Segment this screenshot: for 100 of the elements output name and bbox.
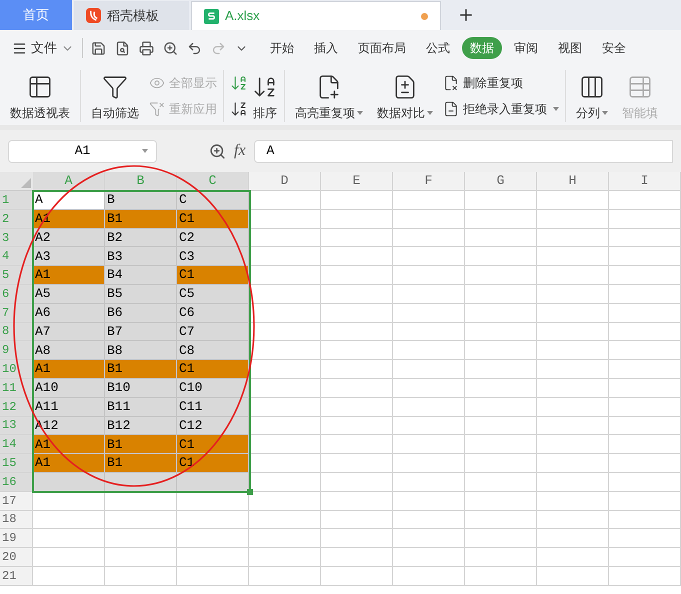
document-icon[interactable] [115,40,130,56]
columns-icon [579,74,605,100]
caret-icon [427,110,433,114]
table-cell: B8 [105,341,177,360]
table-cell [321,472,393,492]
table-cell [393,341,465,360]
table-cell [609,548,681,567]
table-cell [249,566,321,586]
table-cell [465,341,537,360]
table-cell [321,548,393,567]
sort-button[interactable]: 排序 [252,70,278,122]
row-header[interactable]: 21 [0,566,33,586]
caret-icon [357,110,363,114]
table-cell: C1 [177,210,249,229]
document-tab[interactable]: 稻壳模板 [74,1,189,30]
ribbon-button[interactable]: 数据透视表 [6,70,74,122]
table-cell [321,266,393,285]
ribbon-tab[interactable]: 视图 [550,37,590,59]
table-cell [465,472,537,492]
column-header[interactable]: E [321,172,393,191]
table-cell: B2 [105,228,177,248]
column-header[interactable]: I [609,172,681,191]
table-cell: B3 [105,247,177,266]
table-cell [33,566,105,586]
spreadsheet-icon [204,8,219,24]
preview-icon[interactable] [163,40,178,56]
home-tab[interactable]: 首页 [0,0,72,30]
table-cell [609,191,681,210]
table-cell: C1 [177,266,249,285]
table-cell [537,548,609,567]
table-cell [321,322,393,342]
table-cell: A [33,191,105,210]
column-header[interactable]: H [537,172,609,191]
table-cell [465,548,537,567]
table-cell [249,284,321,304]
print-icon[interactable] [139,40,154,56]
table-cell [609,435,681,454]
table-cell [321,492,393,511]
ribbon-button[interactable]: 分列 [572,70,612,122]
undo-icon[interactable] [187,40,202,56]
table-cell: B5 [105,284,177,304]
table-cell [537,341,609,360]
document-tab[interactable]: A.xlsx [191,1,441,30]
table-cell [393,548,465,567]
table-cell [393,416,465,436]
row-header[interactable]: 17 [0,492,33,511]
table-cell [537,566,609,586]
row-header[interactable]: 19 [0,529,33,548]
column-header[interactable]: D [249,172,321,191]
ribbon-button[interactable]: 拒绝录入重复项 [443,98,559,120]
table-cell [537,398,609,417]
ribbon-tab[interactable]: 审阅 [506,37,546,59]
ribbon-button[interactable]: 删除重复项 [443,72,559,94]
sort-ascending-icon[interactable] [230,74,248,92]
row-header[interactable]: 20 [0,548,33,567]
table-cell: A8 [33,341,105,360]
table-cell [393,398,465,417]
table-cell [537,529,609,548]
ribbon-tab[interactable]: 插入 [306,37,346,59]
search-icon[interactable] [209,142,226,160]
function-label[interactable]: fx [234,139,246,163]
new-tab-icon[interactable] [457,6,475,24]
table-cell [465,284,537,304]
table-cell [465,228,537,248]
table-cell [537,191,609,210]
table-cell: C5 [177,284,249,304]
table-cell: C3 [177,247,249,266]
table-cell [465,529,537,548]
table-cell [177,510,249,530]
table-cell [537,228,609,248]
ribbon-tab[interactable]: 安全 [594,37,634,59]
save-icon[interactable] [91,40,106,56]
table-cell [609,566,681,586]
logo-icon [86,8,101,23]
column-header[interactable]: G [465,172,537,191]
table-cell [249,341,321,360]
table-cell [393,566,465,586]
column-header[interactable]: F [393,172,465,191]
ribbon-button[interactable]: 高亮重复项 [291,70,367,122]
row-header[interactable]: 18 [0,510,33,530]
ribbon-tab[interactable]: 开始 [262,37,302,59]
file-menu[interactable]: 文件 [0,30,78,66]
table-cell [609,360,681,379]
ribbon-button[interactable]: 数据对比 [373,70,437,122]
table-cell [321,398,393,417]
table-cell [465,510,537,530]
table-cell [105,510,177,530]
table-cell [609,341,681,360]
ribbon-button[interactable]: 自动筛选 [87,70,143,122]
sort-descending-icon[interactable] [230,100,248,118]
name-box[interactable]: A1 [8,140,157,162]
table-cell [33,529,105,548]
table-cell: B1 [105,435,177,454]
table-cell: B4 [105,266,177,285]
table-cell [393,454,465,473]
ribbon-tab[interactable]: 页面布局 [350,37,414,59]
table-cell [321,510,393,530]
ribbon-tab[interactable]: 数据 [462,37,502,59]
formula-input[interactable]: A [254,140,673,162]
ribbon-tab[interactable]: 公式 [418,37,458,59]
